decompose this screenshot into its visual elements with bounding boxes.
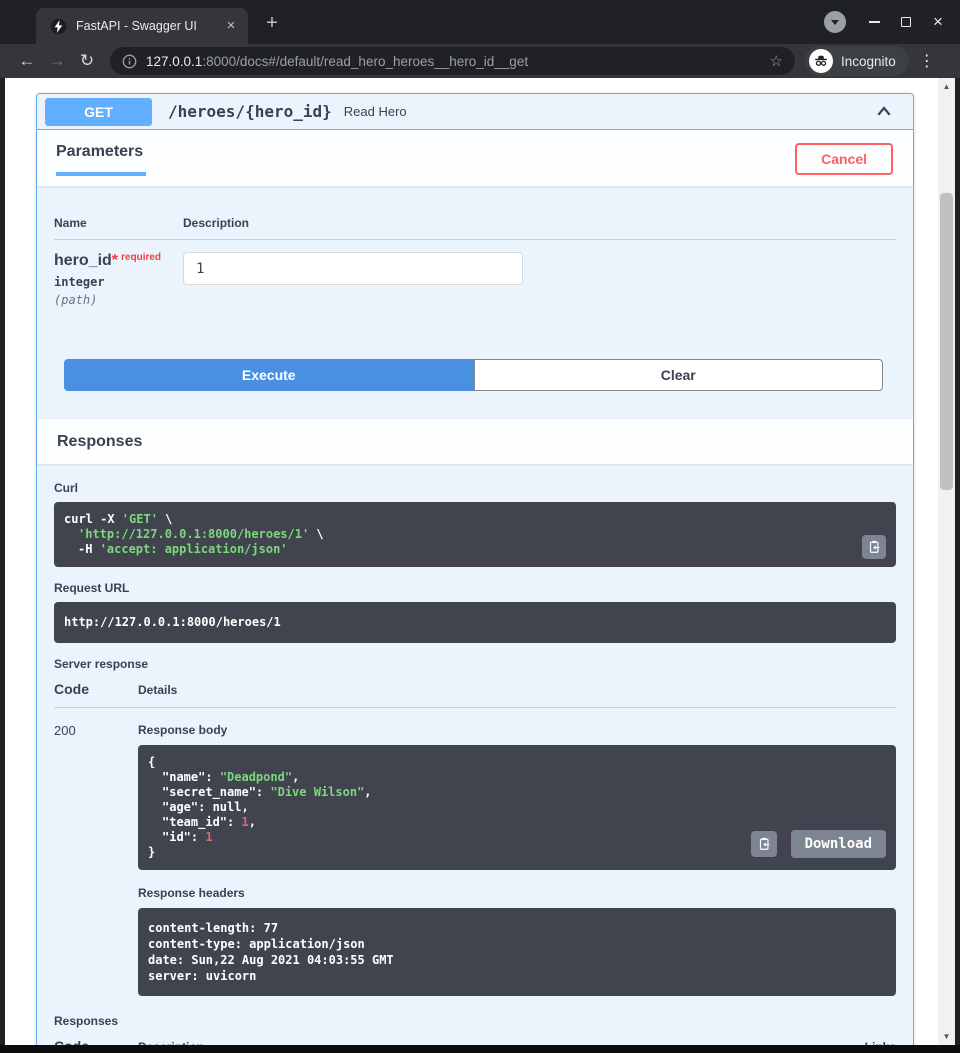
window-bottom-frame bbox=[0, 1045, 960, 1053]
response-body-label: Response body bbox=[138, 723, 896, 737]
reload-button[interactable]: ↻ bbox=[72, 51, 102, 71]
server-response-table: Code Details 200 Response body { "name":… bbox=[54, 681, 896, 996]
tab-parameters[interactable]: Parameters bbox=[56, 143, 146, 176]
response-body-block: { "name": "Deadpond", "secret_name": "Di… bbox=[138, 745, 896, 870]
parameter-type: integer bbox=[54, 275, 183, 289]
col-header-code2: Code bbox=[54, 1038, 138, 1045]
copy-curl-button[interactable] bbox=[862, 535, 886, 559]
close-button[interactable]: × bbox=[922, 0, 954, 44]
url-host: 127.0.0.1 bbox=[146, 54, 202, 69]
execute-wrapper: Execute Clear bbox=[64, 359, 883, 391]
col-header-name: Name bbox=[54, 216, 183, 240]
opblock-summary[interactable]: GET /heroes/{hero_id} Read Hero bbox=[37, 94, 913, 130]
minimize-icon bbox=[869, 21, 880, 23]
parameter-name: hero_id*required bbox=[54, 252, 183, 270]
parameter-value-cell bbox=[183, 240, 896, 307]
window-controls: × bbox=[824, 0, 954, 44]
desktop: { "icons": { "tab_close": "×", "new_tab"… bbox=[0, 0, 960, 1053]
curl-label: Curl bbox=[54, 481, 896, 495]
request-url-label: Request URL bbox=[54, 581, 896, 595]
parameters-area: Name Description hero_id*required intege… bbox=[37, 186, 913, 419]
browser-menu-icon[interactable]: ⋮ bbox=[913, 51, 941, 71]
response-headers-label: Response headers bbox=[138, 886, 896, 900]
scrollbar-thumb[interactable] bbox=[940, 193, 953, 490]
scroll-down-icon[interactable]: ▼ bbox=[938, 1028, 955, 1045]
opblock-get-hero: GET /heroes/{hero_id} Read Hero Paramete… bbox=[36, 93, 914, 1045]
status-code: 200 bbox=[54, 708, 138, 996]
forward-button[interactable]: → bbox=[42, 51, 72, 71]
url-path: :8000/docs#/default/read_hero_heroes__he… bbox=[202, 54, 528, 69]
tab-search-icon[interactable] bbox=[824, 11, 846, 33]
tab-title: FastAPI - Swagger UI bbox=[76, 19, 222, 33]
swagger-ui: GET /heroes/{hero_id} Read Hero Paramete… bbox=[36, 93, 914, 1045]
maximize-icon bbox=[901, 17, 911, 27]
endpoint-summary: Read Hero bbox=[344, 104, 407, 119]
cancel-button[interactable]: Cancel bbox=[795, 143, 893, 175]
browser-tab[interactable]: FastAPI - Swagger UI × bbox=[36, 8, 248, 44]
col-header-description: Description bbox=[183, 216, 896, 240]
scrollbar[interactable]: ▲ ▼ bbox=[938, 78, 955, 1045]
http-method-badge: GET bbox=[45, 98, 152, 126]
clear-button[interactable]: Clear bbox=[474, 359, 884, 391]
curl-code-block: curl -X 'GET' \ 'http://127.0.0.1:8000/h… bbox=[54, 502, 896, 567]
server-response-label: Server response bbox=[54, 657, 896, 671]
parameter-location: (path) bbox=[54, 293, 183, 307]
page-content: GET /heroes/{hero_id} Read Hero Paramete… bbox=[5, 78, 955, 1045]
browser-toolbar: ← → ↻ 127.0.0.1:8000/docs#/default/read_… bbox=[0, 44, 960, 78]
request-url-block: http://127.0.0.1:8000/heroes/1 bbox=[54, 602, 896, 643]
incognito-label: Incognito bbox=[841, 54, 896, 69]
incognito-badge: Incognito bbox=[805, 46, 909, 76]
response-details-cell: Response body { "name": "Deadpond", "sec… bbox=[138, 708, 896, 996]
parameter-name-cell: hero_id*required integer (path) bbox=[54, 240, 183, 307]
site-info-icon[interactable] bbox=[122, 54, 137, 69]
parameters-table: Name Description hero_id*required intege… bbox=[54, 216, 896, 307]
responses-area: Curl curl -X 'GET' \ 'http://127.0.0.1:8… bbox=[37, 464, 913, 1045]
responses-section-title: Responses bbox=[37, 419, 913, 464]
request-url-value: http://127.0.0.1:8000/heroes/1 bbox=[64, 615, 886, 630]
col-header-code: Code bbox=[54, 681, 138, 708]
bookmark-star-icon[interactable]: ☆ bbox=[770, 52, 783, 70]
endpoint-path: /heroes/{hero_id} bbox=[168, 102, 332, 121]
required-label: required bbox=[118, 252, 161, 263]
copy-response-button[interactable] bbox=[751, 831, 777, 857]
documented-responses-table: Code Description Links 200 No links bbox=[54, 1038, 896, 1045]
scroll-up-icon[interactable]: ▲ bbox=[938, 78, 955, 95]
url-bar[interactable]: 127.0.0.1:8000/docs#/default/read_hero_h… bbox=[110, 47, 795, 75]
tab-close-icon[interactable]: × bbox=[222, 17, 240, 35]
fastapi-favicon-icon bbox=[50, 18, 67, 35]
execute-button[interactable]: Execute bbox=[64, 359, 474, 391]
caret-down-icon bbox=[831, 20, 839, 25]
col-header-details: Details bbox=[138, 683, 896, 708]
response-headers-block: content-length: 77 content-type: applica… bbox=[138, 908, 896, 996]
parameters-header: Parameters Cancel bbox=[37, 130, 913, 186]
incognito-icon bbox=[809, 49, 833, 73]
back-button[interactable]: ← bbox=[12, 51, 42, 71]
new-tab-button[interactable]: + bbox=[258, 10, 286, 38]
collapse-chevron-up-icon[interactable] bbox=[875, 103, 893, 121]
hero-id-input[interactable] bbox=[183, 252, 523, 285]
response-body-actions: Download bbox=[751, 830, 886, 858]
documented-responses-label: Responses bbox=[54, 1014, 896, 1028]
browser-titlebar: FastAPI - Swagger UI × + × bbox=[0, 0, 960, 44]
maximize-button[interactable] bbox=[890, 0, 922, 44]
minimize-button[interactable] bbox=[858, 0, 890, 44]
download-button[interactable]: Download bbox=[791, 830, 886, 858]
